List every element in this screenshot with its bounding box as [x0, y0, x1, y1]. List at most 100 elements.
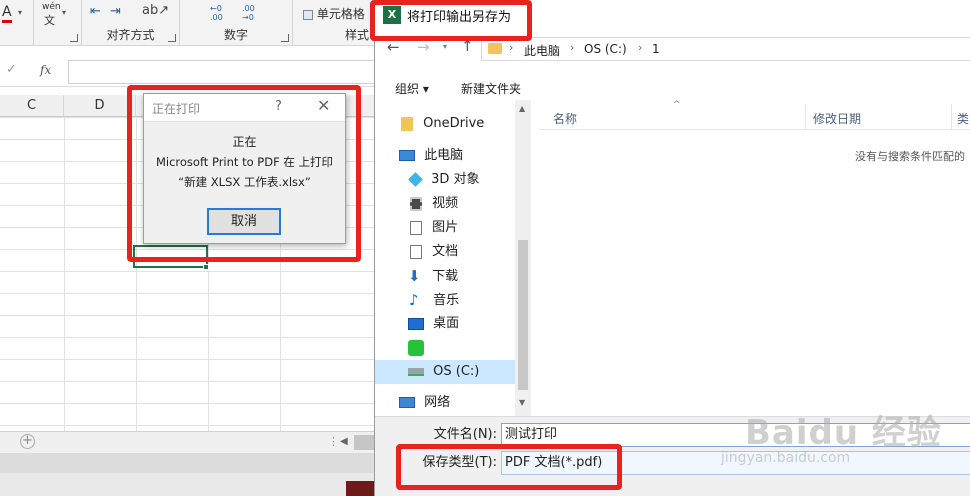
nav-item-pictures[interactable]: 图片: [375, 216, 515, 240]
computer-icon: [399, 150, 415, 161]
up-icon[interactable]: ↑: [461, 37, 474, 55]
breadcrumb[interactable]: › 此电脑 › OS (C:) › 1: [481, 37, 970, 61]
empty-message: 没有与搜索条件匹配的: [855, 150, 965, 163]
folder-icon: [488, 43, 502, 54]
fx-button[interactable]: fx: [40, 63, 51, 77]
back-icon[interactable]: ←: [387, 38, 400, 56]
nav-scrollbar[interactable]: ▲ ▼: [515, 100, 531, 416]
scroll-down-icon[interactable]: ▼: [519, 398, 525, 407]
column-type[interactable]: 类: [957, 110, 969, 127]
nav-item-label: OS (C:): [433, 364, 480, 379]
printing-dialog-title: 正在打印: [152, 102, 201, 116]
printing-message: 正在 Microsoft Print to PDF 在 上打印 “新建 XLSX…: [144, 132, 345, 192]
nav-item-downloads[interactable]: ⬇ 下载: [375, 264, 515, 288]
cell-format-label: 单元格格: [316, 7, 365, 21]
column-header-C[interactable]: C: [0, 95, 64, 117]
sort-ascending-icon: ^: [673, 100, 681, 110]
document-icon: [410, 244, 422, 259]
alignment-label: 对齐方式: [106, 28, 155, 42]
horizontal-scrollbar[interactable]: [354, 435, 376, 450]
drive-icon: [408, 367, 424, 376]
cancel-print-button[interactable]: 取消: [207, 208, 281, 235]
phonetic-button[interactable]: 文: [44, 12, 55, 28]
nav-item-label: 下载: [432, 268, 459, 284]
filetype-label: 保存类型(T):: [422, 455, 497, 470]
printing-dialog: 正在打印 ? ✕ 正在 Microsoft Print to PDF 在 上打印…: [143, 93, 346, 244]
nav-item-music[interactable]: ♪ 音乐: [375, 288, 515, 312]
column-divider: [805, 104, 806, 130]
nav-item-label: 文档: [432, 244, 459, 259]
cell-format-button[interactable]: 单元格格: [303, 5, 365, 22]
cell-style-icon: [303, 9, 313, 20]
nav-item-label: OneDrive: [423, 116, 485, 131]
breadcrumb-folder-1[interactable]: 1: [652, 42, 660, 56]
column-header-D[interactable]: D: [64, 95, 136, 117]
taskbar-app-icon[interactable]: [346, 481, 374, 496]
app-icon: [408, 339, 424, 356]
column-date[interactable]: 修改日期: [813, 110, 861, 127]
close-icon[interactable]: ✕: [317, 96, 330, 115]
increase-decimal-button[interactable]: ←0 .00: [210, 4, 232, 22]
formula-input[interactable]: [68, 60, 380, 84]
phonetic-group: wén 文 ▾: [34, 0, 82, 46]
breadcrumb-os-c[interactable]: OS (C:): [584, 42, 627, 56]
nav-item-label: 视频: [432, 196, 459, 211]
decrease-indent-icon[interactable]: ⇤: [90, 4, 101, 19]
help-button[interactable]: ?: [275, 99, 282, 114]
breadcrumb-this-pc[interactable]: 此电脑: [524, 42, 560, 59]
excel-ribbon: A ▾ wén 文 ▾ ⇤ ⇥ ab↗ 对齐方式 ←0 .00 .00 →0 数…: [0, 0, 380, 46]
printing-line-1: 正在: [232, 135, 257, 149]
decrease-decimal-button[interactable]: .00 →0: [242, 4, 264, 22]
increase-indent-icon[interactable]: ⇥: [110, 4, 121, 19]
forward-icon[interactable]: →: [417, 38, 430, 56]
save-dialog-titlebar: X 将打印输出另存为: [375, 0, 970, 32]
styles-group: 单元格格 样式: [293, 0, 380, 46]
folder-icon: [401, 116, 413, 131]
active-cell[interactable]: [133, 245, 208, 268]
music-icon: ♪: [409, 291, 419, 309]
scroll-thumb[interactable]: [518, 240, 528, 390]
nav-item-network[interactable]: 网络: [375, 391, 515, 415]
scroll-up-icon[interactable]: ▲: [519, 104, 525, 113]
nav-item-onedrive[interactable]: OneDrive: [375, 112, 515, 136]
orientation-icon[interactable]: ab↗: [142, 3, 169, 18]
check-icon[interactable]: ✓: [6, 62, 17, 77]
chevron-right-icon: ›: [638, 41, 643, 54]
column-name[interactable]: 名称: [553, 110, 577, 127]
watermark-brand: Baidu 经验: [745, 413, 942, 453]
more-icon[interactable]: ⋮: [328, 435, 339, 448]
grid-line: [136, 117, 137, 431]
cube-icon: [408, 172, 423, 187]
nav-item-documents[interactable]: 文档: [375, 240, 515, 264]
chevron-right-icon: ›: [570, 41, 575, 54]
new-folder-button[interactable]: 新建文件夹: [461, 80, 521, 97]
column-divider: [951, 104, 952, 130]
scroll-left-icon[interactable]: ◀: [340, 436, 348, 447]
watermark: Baidu 经验 jingyan.baidu.com: [721, 405, 942, 466]
nav-item-app[interactable]: [375, 336, 515, 360]
network-icon: [399, 397, 415, 408]
fill-handle[interactable]: [203, 264, 209, 270]
file-list-header: 名称 ^ 修改日期 类: [539, 100, 970, 130]
number-launcher-icon[interactable]: [281, 34, 289, 42]
grid-line: [64, 117, 65, 431]
status-strip: [0, 453, 380, 473]
nav-item-this-pc[interactable]: 此电脑: [375, 144, 515, 168]
video-icon: [410, 196, 422, 211]
recent-locations-icon[interactable]: ▾: [443, 42, 447, 51]
organize-button[interactable]: 组织 ▾: [395, 80, 429, 97]
font-group: A ▾: [0, 0, 34, 46]
status-bar: [0, 453, 380, 496]
nav-item-videos[interactable]: 视频: [375, 192, 515, 216]
nav-item-3d-objects[interactable]: 3D 对象: [375, 168, 515, 192]
font-color-button[interactable]: A: [2, 4, 12, 23]
font-launcher-icon[interactable]: [70, 34, 78, 42]
alignment-launcher-icon[interactable]: [168, 34, 176, 42]
chevron-down-icon[interactable]: ▾: [18, 8, 22, 17]
add-sheet-icon[interactable]: +: [20, 434, 35, 449]
chevron-down-icon[interactable]: ▾: [62, 8, 66, 17]
printing-line-2: Microsoft Print to PDF 在 上打印: [155, 155, 333, 169]
nav-item-desktop[interactable]: 桌面: [375, 312, 515, 336]
nav-item-os-c[interactable]: OS (C:): [375, 360, 515, 384]
alignment-group: ⇤ ⇥ ab↗ 对齐方式: [82, 0, 180, 46]
